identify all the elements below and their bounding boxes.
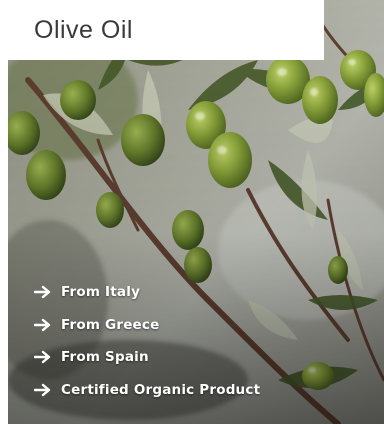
feature-item-organic: Certified Organic Product <box>34 374 260 407</box>
feature-label: From Greece <box>61 316 160 333</box>
arrow-right-icon <box>34 318 51 331</box>
arrow-right-icon <box>34 383 51 396</box>
feature-item-spain: From Spain <box>34 341 260 374</box>
feature-label: From Italy <box>61 284 141 301</box>
feature-label: From Spain <box>61 349 149 366</box>
feature-label: Certified Organic Product <box>61 381 261 398</box>
arrow-right-icon <box>34 351 51 364</box>
feature-list: From Italy From Greece From Spain Certif… <box>34 276 260 406</box>
feature-item-italy: From Italy <box>34 276 260 309</box>
feature-item-greece: From Greece <box>34 309 260 342</box>
page-title: Olive Oil <box>34 16 133 44</box>
arrow-right-icon <box>34 286 51 299</box>
